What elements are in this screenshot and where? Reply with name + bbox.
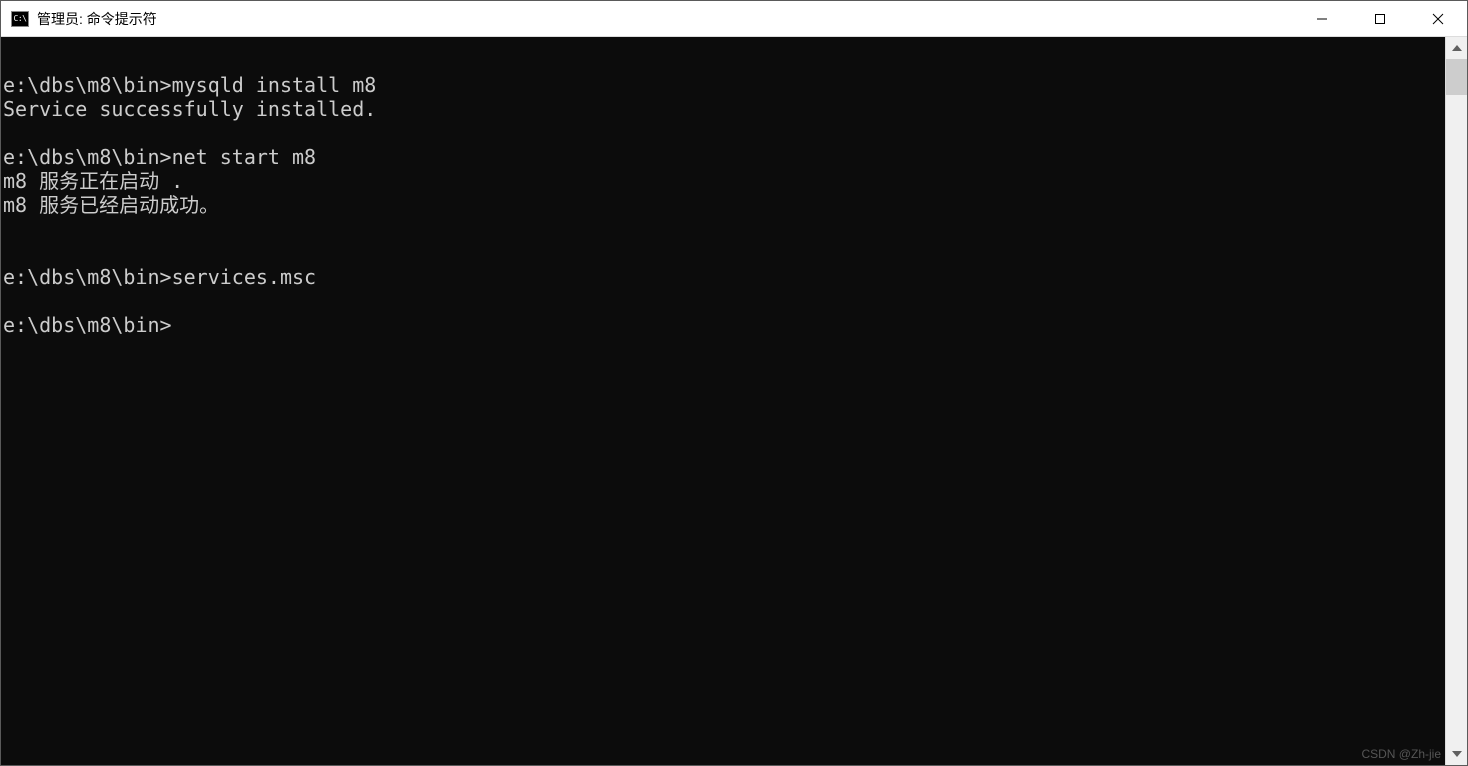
command-prompt-window: C:\ 管理员: 命令提示符 e:\dbs\m8\bin>mysqld inst… (0, 0, 1468, 766)
vertical-scrollbar[interactable] (1445, 37, 1467, 765)
close-button[interactable] (1409, 1, 1467, 36)
cmd-icon: C:\ (11, 11, 29, 27)
maximize-button[interactable] (1351, 1, 1409, 36)
titlebar[interactable]: C:\ 管理员: 命令提示符 (1, 1, 1467, 37)
scroll-thumb[interactable] (1446, 59, 1467, 95)
terminal-output[interactable]: e:\dbs\m8\bin>mysqld install m8 Service … (1, 37, 1445, 765)
scroll-down-arrow-icon[interactable] (1446, 743, 1467, 765)
client-area: e:\dbs\m8\bin>mysqld install m8 Service … (1, 37, 1467, 765)
window-title: 管理员: 命令提示符 (37, 9, 1293, 29)
minimize-button[interactable] (1293, 1, 1351, 36)
minimize-icon (1316, 13, 1328, 25)
maximize-icon (1374, 13, 1386, 25)
close-icon (1432, 13, 1444, 25)
window-controls (1293, 1, 1467, 36)
scroll-up-arrow-icon[interactable] (1446, 37, 1467, 59)
